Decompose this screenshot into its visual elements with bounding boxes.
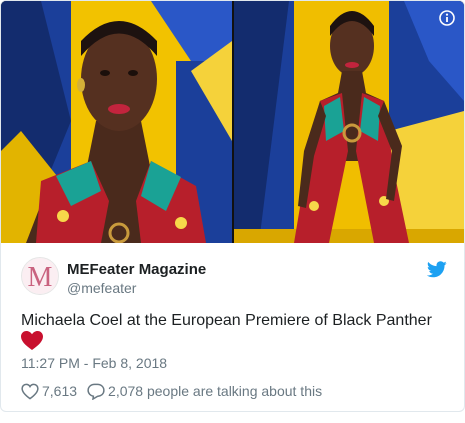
avatar-logo: M	[22, 258, 58, 294]
svg-text:M: M	[28, 262, 53, 293]
heart-outline-icon	[21, 383, 39, 400]
tweet-header: M MEFeater Magazine @mefeater	[21, 255, 449, 299]
photo-full-body-image	[234, 1, 464, 243]
conversation-link[interactable]: 2,078 people are talking about this	[87, 383, 322, 400]
info-icon[interactable]	[439, 10, 455, 26]
reply-bubble-icon	[87, 383, 105, 400]
photo-full-body[interactable]	[234, 1, 464, 243]
twitter-bird-icon[interactable]	[426, 261, 447, 278]
avatar[interactable]: M	[21, 257, 59, 295]
red-heart-emoji-icon	[21, 331, 43, 351]
conversation-count: 2,078 people are talking about this	[108, 383, 323, 399]
tweet-text: Michaela Coel at the European Premiere o…	[21, 312, 432, 329]
like-button[interactable]: 7,613	[21, 383, 87, 400]
photo-portrait-image	[1, 1, 232, 243]
tweet-media[interactable]	[1, 1, 464, 243]
author-name[interactable]: MEFeater Magazine	[67, 261, 206, 278]
like-count: 7,613	[42, 383, 78, 399]
tweet-card[interactable]: M MEFeater Magazine @mefeater Michaela C…	[0, 0, 465, 412]
tweet-timestamp[interactable]: 11:27 PM - Feb 8, 2018	[21, 355, 167, 371]
photo-portrait[interactable]	[1, 1, 232, 243]
tweet-actions: 7,613 2,078 people are talking about thi…	[21, 381, 322, 401]
author-handle[interactable]: @mefeater	[67, 280, 136, 296]
